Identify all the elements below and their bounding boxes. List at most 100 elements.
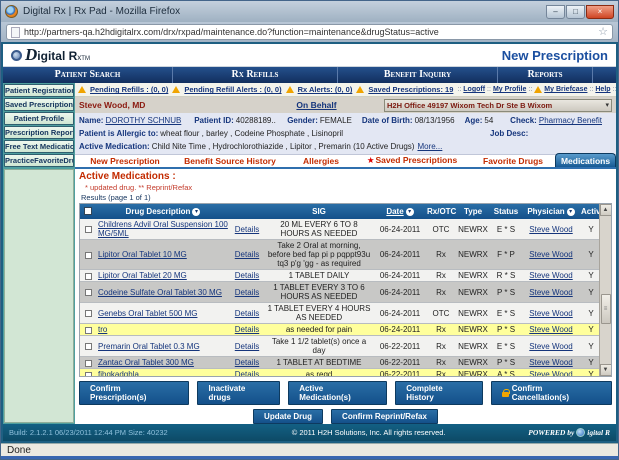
row-checkbox[interactable] [85,289,92,296]
row-checkbox[interactable] [85,343,92,350]
row-checkbox[interactable] [85,226,92,233]
pending-refills-link[interactable]: Pending Refills : (0, 0) [90,85,168,94]
pharmacy-benefit-link[interactable]: Pharmacy Benefit [539,116,602,125]
nav-reports[interactable]: Reports [498,67,593,83]
sort-icon[interactable] [192,208,200,216]
drug-link[interactable]: Lipitor Oral Tablet 20 MG [98,271,187,280]
brand-text: igital R [37,49,77,63]
patient-id-label: Patient ID: [194,116,234,125]
physician-link[interactable]: Steve Wood [529,250,572,259]
physician-link[interactable]: Steve Wood [529,358,572,367]
drug-link[interactable]: Genebs Oral Tablet 500 MG [98,309,197,318]
tab-saved-prescriptions[interactable]: ★Saved Prescriptions [353,154,471,167]
table-scrollbar[interactable]: ▲ ≡ ▼ [599,204,611,376]
dob-value: 08/13/1956 [415,116,455,125]
drug-link[interactable]: Zantac Oral Tablet 300 MG [98,358,194,367]
details-link[interactable]: Details [235,288,259,297]
patient-name-link[interactable]: DOROTHY SCHNUB [105,116,181,125]
rx-alerts-link[interactable]: Rx Alerts: (0, 0) [298,85,353,94]
maximize-button[interactable]: □ [566,5,585,19]
update-drug-button[interactable]: Update Drug [253,409,323,424]
section-title: Active Medications : [79,171,612,182]
tab-favorite-drugs[interactable]: Favorite Drugs [471,155,555,167]
powered-brand-text: igital R [587,428,610,437]
details-link[interactable]: Details [235,370,259,377]
row-checkbox[interactable] [85,360,92,367]
physician-link[interactable]: Steve Wood [529,309,572,318]
complete-history-button[interactable]: Complete History [395,381,483,405]
confirm-prescriptions-button[interactable]: Confirm Prescription(s) [79,381,189,405]
bookmark-star-icon[interactable]: ☆ [598,27,608,38]
physician-link[interactable]: Steve Wood [529,342,572,351]
address-input[interactable]: http://partners-qa.h2hdigitalrx.com/drx/… [6,24,613,40]
nav-rx-refills[interactable]: Rx Refills [173,67,338,83]
sidebar-item-patient-registration[interactable]: Patient Registration [4,84,74,97]
table-row: Lipitor Oral Tablet 10 MGDetailsTake 2 O… [80,240,602,270]
separator: :: [613,86,617,93]
help-link[interactable]: Help [595,86,610,93]
saved-prescriptions-link[interactable]: Saved Prescriptions: 19 [368,85,453,94]
physician-link[interactable]: Steve Wood [529,225,572,234]
minimize-button[interactable]: – [546,5,565,19]
row-checkbox[interactable] [85,273,92,280]
physician-link[interactable]: Steve Wood [529,271,572,280]
scroll-down-button[interactable]: ▼ [600,364,612,376]
row-checkbox[interactable] [85,310,92,317]
drug-link[interactable]: Premarin Oral Tablet 0.3 MG [98,342,200,351]
office-value: H2H Office 49197 Wixom Tech Dr Ste B Wix… [387,101,552,110]
drug-link[interactable]: Lipitor Oral Tablet 10 MG [98,250,187,259]
row-checkbox[interactable] [85,327,92,334]
tab-allergies[interactable]: Allergies [289,155,353,167]
drug-link[interactable]: Childrens Advil Oral Suspension 100 MG/5… [98,220,228,238]
my-briefcase-link[interactable]: My Briefcase [544,86,587,93]
scroll-up-button[interactable]: ▲ [600,204,612,216]
nav-benefit-inquiry[interactable]: Benefit Inquiry [338,67,498,83]
check-label: Check: [510,116,537,125]
sidebar-item-practice-favorite-drugs[interactable]: PracticeFavoriteDrugs [4,154,74,167]
details-link[interactable]: Details [235,309,259,318]
tab-new-prescription[interactable]: New Prescription [79,155,171,167]
physician-link[interactable]: Steve Wood [529,325,572,334]
warning-icon [78,86,86,93]
physician-link[interactable]: Steve Wood [529,288,572,297]
confirm-cancellations-button[interactable]: Confirm Cancellation(s) [491,381,612,405]
sidebar-item-saved-prescriptions[interactable]: Saved Prescriptions [4,98,74,111]
details-link[interactable]: Details [235,250,259,259]
drug-link[interactable]: fihqkadqhla [98,370,139,377]
warning-icon [534,86,542,93]
tab-benefit-source-history[interactable]: Benefit Source History [171,155,289,167]
sort-icon[interactable] [567,208,575,216]
physician-link[interactable]: Steve Wood [529,370,572,377]
row-checkbox[interactable] [85,372,92,378]
details-link[interactable]: Details [235,225,259,234]
more-link[interactable]: More... [417,142,442,151]
sidebar-item-prescription-report[interactable]: Prescription Report [4,126,74,139]
row-checkbox[interactable] [85,252,92,259]
sort-icon[interactable] [406,208,414,216]
drug-link[interactable]: Codeine Sulfate Oral Tablet 30 MG [98,288,222,297]
tab-medications-history[interactable]: Medications History [555,153,616,167]
confirm-reprint-refax-button[interactable]: Confirm Reprint/Refax [331,409,438,424]
nav-patient-search[interactable]: Patient Search [3,67,173,83]
close-button[interactable]: × [586,5,614,19]
scroll-thumb[interactable]: ≡ [601,294,611,324]
url-text[interactable]: http://partners-qa.h2hdigitalrx.com/drx/… [24,27,598,37]
details-link[interactable]: Details [235,342,259,351]
sidebar-item-free-text-medication[interactable]: Free Text Medication [4,140,74,153]
active-medications-button[interactable]: Active Medication(s) [288,381,387,405]
my-profile-link[interactable]: My Profile [493,86,526,93]
date-sort-link[interactable]: Date [386,207,403,216]
details-link[interactable]: Details [235,358,259,367]
pending-refill-alerts-link[interactable]: Pending Refill Alerts : (0, 0) [184,85,281,94]
select-all-checkbox[interactable] [84,207,92,215]
sidebar-item-patient-profile[interactable]: Patient Profile [4,112,74,125]
details-link[interactable]: Details [235,325,259,334]
table-row: Premarin Oral Tablet 0.3 MGDetailsTake 1… [80,336,602,357]
logoff-link[interactable]: Logoff [463,86,485,93]
details-link[interactable]: Details [235,271,259,280]
on-behalf-link[interactable]: On Behalf [249,100,384,110]
office-select[interactable]: H2H Office 49197 Wixom Tech Dr Ste B Wix… [384,99,612,112]
inactivate-drugs-button[interactable]: Inactivate drugs [197,381,280,405]
drug-link[interactable]: tro [98,325,107,334]
table-row: troDetailsas needed for pain06-24-2011Rx… [80,324,602,336]
